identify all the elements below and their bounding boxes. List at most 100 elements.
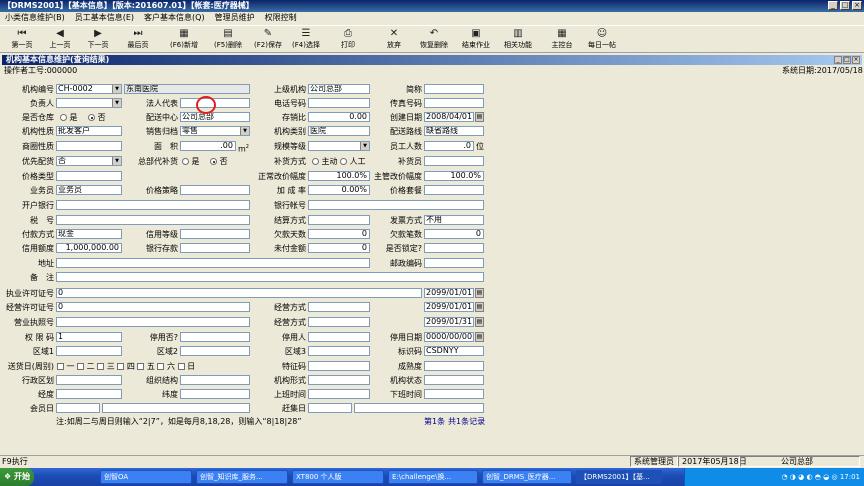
- replenisher-field[interactable]: [424, 156, 484, 166]
- sales-archive-select[interactable]: 零售 ▼: [180, 126, 250, 136]
- delivery-days-extra-field[interactable]: [308, 361, 370, 371]
- radio-manual[interactable]: [340, 158, 348, 165]
- area-field[interactable]: .00: [180, 141, 236, 151]
- toolbar-abandon-button[interactable]: ✕ 放弃: [372, 26, 416, 54]
- radio-yes[interactable]: [182, 158, 189, 165]
- bank-deposit-field[interactable]: [180, 243, 250, 253]
- menu-item[interactable]: 管理员维护: [210, 12, 260, 24]
- toolbar-print-button[interactable]: ⎙ 打印: [326, 26, 370, 54]
- delivery-route-field[interactable]: 缺省路线: [424, 126, 484, 136]
- checkbox-mon[interactable]: [57, 363, 64, 370]
- menu-item[interactable]: 员工基本信息(E): [70, 12, 139, 24]
- fax-field[interactable]: [424, 98, 484, 108]
- market-day-extra-field[interactable]: [354, 403, 484, 413]
- bank-account-field[interactable]: [308, 200, 484, 210]
- admin-division-field[interactable]: [56, 375, 122, 385]
- member-day-extra-field[interactable]: [102, 403, 250, 413]
- arrears-count-field[interactable]: 0: [424, 229, 484, 239]
- credit-limit-field[interactable]: 1,000,000.00: [56, 243, 122, 253]
- permission-code-field[interactable]: 1: [56, 332, 122, 342]
- frame-min-icon[interactable]: _: [834, 56, 842, 64]
- bank-field[interactable]: [56, 200, 250, 210]
- credit-level-field[interactable]: [180, 229, 250, 239]
- checkbox-wed[interactable]: [97, 363, 105, 370]
- business-area-field[interactable]: [56, 141, 122, 151]
- disabled-by-field[interactable]: [308, 332, 370, 342]
- id-code-field[interactable]: CSDNYY: [424, 346, 484, 356]
- postcode-field[interactable]: [424, 258, 484, 268]
- toolbar-delete-button[interactable]: ▤ (F5)删除: [206, 26, 250, 54]
- radio-yes[interactable]: [60, 114, 67, 121]
- checkbox-fri[interactable]: [137, 363, 145, 370]
- radio-active[interactable]: [312, 158, 319, 165]
- region1-field[interactable]: [56, 346, 122, 356]
- payment-field[interactable]: 现金: [56, 229, 122, 239]
- longitude-field[interactable]: [56, 389, 122, 399]
- region2-field[interactable]: [180, 346, 250, 356]
- business-mode-field[interactable]: [308, 302, 370, 312]
- arrears-days-field[interactable]: 0: [308, 229, 370, 239]
- phone-field[interactable]: [308, 98, 370, 108]
- unpaid-field[interactable]: 0: [308, 243, 370, 253]
- menu-item[interactable]: 权限控制: [260, 12, 302, 24]
- region3-field[interactable]: [308, 346, 370, 356]
- short-name-field[interactable]: [424, 84, 484, 94]
- calendar-icon[interactable]: ▤: [475, 317, 484, 327]
- task-button[interactable]: 创智_知识库_服务...: [196, 470, 288, 484]
- member-day-field[interactable]: [56, 403, 100, 413]
- org-code-select[interactable]: CH-0002 ▼: [56, 84, 122, 94]
- toolbar-last-button[interactable]: ⏭ 最后页: [116, 26, 160, 54]
- latitude-field[interactable]: [180, 389, 250, 399]
- minimize-icon[interactable]: _: [828, 1, 838, 10]
- address-field[interactable]: [56, 258, 370, 268]
- business-license-field[interactable]: 0: [56, 302, 250, 312]
- invoice-field[interactable]: 不用: [424, 215, 484, 225]
- task-button[interactable]: E:\challenge\换...: [388, 470, 478, 484]
- menu-item[interactable]: 客户基本信息(Q): [139, 12, 210, 24]
- trade-license-field[interactable]: [56, 317, 250, 327]
- supervisor-price-range-field[interactable]: 100.0%: [424, 171, 484, 181]
- maturity-field[interactable]: [424, 361, 484, 371]
- create-date-field[interactable]: 2008/04/01: [424, 112, 474, 122]
- parent-org-field[interactable]: 公司总部: [308, 84, 370, 94]
- org-category-field[interactable]: 医院: [308, 126, 370, 136]
- toolbar-daily-button[interactable]: ☺ 每日一帖: [580, 26, 624, 54]
- radio-no[interactable]: [210, 158, 218, 165]
- task-button[interactable]: 创智_DRMS_医疗器...: [482, 470, 572, 484]
- task-button[interactable]: 创智OA: [100, 470, 192, 484]
- locked-field[interactable]: [424, 243, 484, 253]
- task-button-active[interactable]: 【DRMS2001】【基...: [576, 470, 662, 484]
- markup-rate-field[interactable]: 0.00%: [308, 185, 370, 195]
- org-structure-field[interactable]: [180, 375, 250, 385]
- calendar-icon[interactable]: ▤: [475, 332, 484, 342]
- toolbar-related-button[interactable]: ▥ 相关功能: [496, 26, 540, 54]
- toolbar-select-button[interactable]: ☰ (F4)选择: [284, 26, 328, 54]
- trade-mode-field[interactable]: [308, 317, 370, 327]
- scale-level-select[interactable]: ▼: [308, 141, 370, 151]
- staff-count-field[interactable]: .0: [424, 141, 474, 151]
- checkbox-sun[interactable]: [177, 363, 185, 370]
- calendar-icon[interactable]: ▤: [475, 112, 484, 122]
- toolbar-end-button[interactable]: ▣ 结束作业: [454, 26, 498, 54]
- price-strategy-field[interactable]: [180, 185, 250, 195]
- toolbar-next-button[interactable]: ▶ 下一页: [76, 26, 120, 54]
- calendar-icon[interactable]: ▤: [475, 302, 484, 312]
- tax-no-field[interactable]: [56, 215, 250, 225]
- business-license-date[interactable]: 2099/01/01: [424, 302, 474, 312]
- remark-field[interactable]: [56, 272, 484, 282]
- org-status-field[interactable]: [424, 375, 484, 385]
- task-button[interactable]: XT800 个人版: [292, 470, 384, 484]
- start-button[interactable]: ❖ 开始: [0, 468, 34, 486]
- toolbar-restore-button[interactable]: ↶ 恢复删除: [412, 26, 456, 54]
- stock-sales-ratio-field[interactable]: 0.00: [308, 112, 370, 122]
- checkbox-thu[interactable]: [117, 363, 125, 370]
- org-name-field[interactable]: 东南医院: [124, 84, 250, 94]
- work-end-field[interactable]: [424, 389, 484, 399]
- toolbar-console-button[interactable]: ▦ 主控台: [540, 26, 584, 54]
- calendar-icon[interactable]: ▤: [475, 288, 484, 298]
- price-type-field[interactable]: [56, 171, 122, 181]
- practice-license-date[interactable]: 2099/01/01: [424, 288, 474, 298]
- salesman-field[interactable]: 业务员: [56, 185, 122, 195]
- org-form-field[interactable]: [308, 375, 370, 385]
- toolbar-new-button[interactable]: ▦ (F6)新增: [162, 26, 206, 54]
